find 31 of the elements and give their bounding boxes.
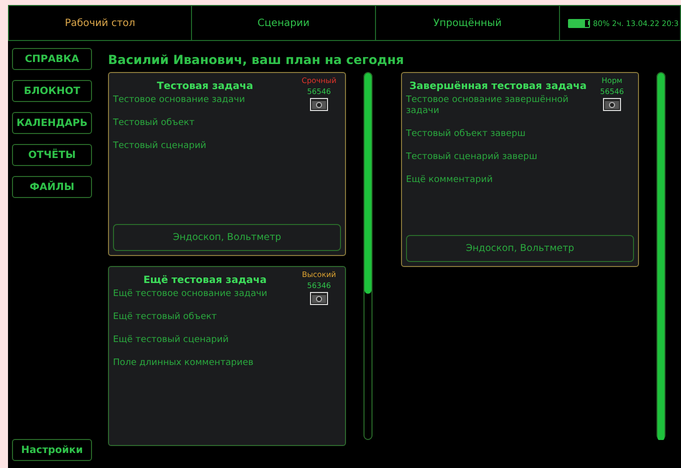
sidebar-button[interactable]: КАЛЕНДАРЬ [12,112,92,134]
camera-icon[interactable] [310,292,328,305]
scrollbar[interactable] [363,72,373,440]
sidebar-button[interactable]: СПРАВКА [12,48,92,70]
task-field: Тестовый объект [113,118,295,129]
sidebar-button[interactable]: ОТЧЁТЫ [12,144,92,166]
task-field: Ещё комментарий [406,175,588,186]
task-field: Тестовый сценарий [113,141,295,152]
scrollbar[interactable] [656,72,666,440]
task-title: Завершённая тестовая задача [408,80,588,94]
tab[interactable]: Рабочий стол [9,6,192,40]
task-field: Тестовое основание задачи [113,95,295,106]
settings-button[interactable]: Настройки [12,439,92,461]
camera-icon[interactable] [603,98,621,111]
page-heading: Василий Иванович, ваш план на сегодня [108,50,405,68]
task-field: Тестовый сценарий заверш [406,152,588,163]
task-title: Тестовая задача [156,80,254,94]
equipment-button[interactable]: Эндоскоп, Вольтметр [406,235,634,262]
sidebar-button[interactable]: БЛОКНОТ [12,80,92,102]
task-field: Тестовый объект заверш [406,129,588,140]
equipment-button[interactable]: Эндоскоп, Вольтметр [113,224,341,251]
sidebar-button[interactable]: ФАЙЛЫ [12,176,92,198]
task-field: Тестовое основание завершённой задачи [406,95,588,117]
task-field: Поле длинных комментариев [113,358,295,369]
tab[interactable]: Упрощённый [376,6,560,40]
task-field: Ещё тестовое основание задачи [113,289,295,300]
task-field: Ещё тестовый объект [113,312,295,323]
task-title: Ещё тестовая задача [142,274,268,288]
camera-icon[interactable] [310,98,328,111]
tab[interactable]: Сценарии [192,6,376,40]
task-field: Ещё тестовый сценарий [113,335,295,346]
